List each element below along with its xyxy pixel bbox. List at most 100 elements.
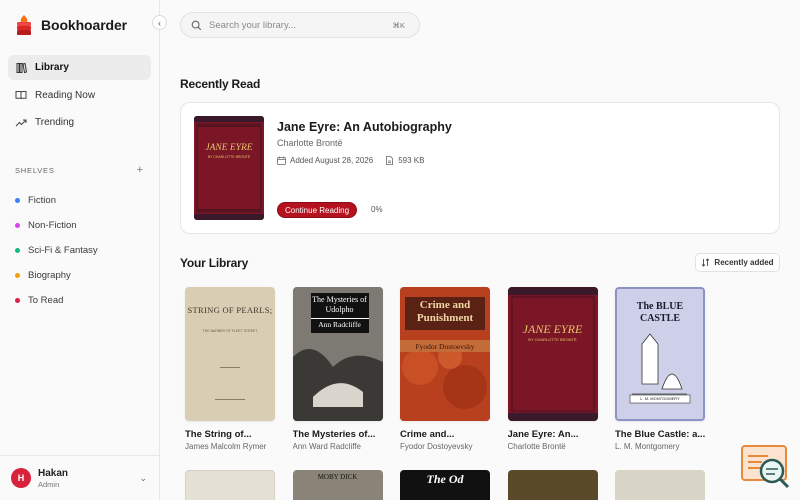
book-card[interactable]: JANE EYRE BY CHARLOTTE BRONTË Jane Eyre:… bbox=[507, 287, 598, 451]
book-cover[interactable]: The Mysteries of Udolpho Ann Radcliffe bbox=[292, 287, 383, 421]
cover-subtitle: BY CHARLOTTE BRONTË bbox=[528, 337, 577, 342]
shelves-header: SHELVES + bbox=[0, 163, 159, 177]
app-root: Bookhoarder ‹ Library Reading Now Trendi… bbox=[0, 0, 800, 500]
shelf-label: Sci-Fi & Fantasy bbox=[28, 245, 98, 256]
cover-rule bbox=[220, 367, 240, 368]
search-shortcut: ⌘K bbox=[392, 20, 405, 30]
book-card[interactable]: STRING OF PEARLS; THE BARBER OF FLEET ST… bbox=[185, 287, 275, 451]
shelf-label: Biography bbox=[28, 270, 71, 281]
book-title[interactable]: Jane Eyre: An... bbox=[508, 429, 598, 440]
file-size: 593 KB bbox=[398, 156, 425, 165]
cover-title: The Od bbox=[426, 472, 464, 486]
cover-title: JANE EYRE bbox=[205, 143, 253, 153]
book-cover[interactable] bbox=[507, 470, 598, 500]
cover-subtitle: L. M. MONTGOMERY bbox=[640, 396, 680, 401]
cover-title: MOBY DICK bbox=[317, 473, 358, 481]
trending-up-icon bbox=[15, 119, 27, 126]
book-title[interactable]: The Blue Castle: a... bbox=[615, 429, 705, 440]
reading-progress: 0% bbox=[371, 205, 383, 214]
user-menu[interactable]: H Hakan Admin ⌄ bbox=[0, 455, 159, 500]
search-bar[interactable]: Search your library... ⌘K bbox=[180, 12, 420, 38]
book-cover[interactable]: The Od bbox=[400, 470, 490, 500]
cover-subtitle: Fyodor Dostoevsky bbox=[415, 342, 475, 351]
book-cover[interactable] bbox=[185, 470, 275, 500]
cover-subtitle: Ann Radcliffe bbox=[310, 318, 369, 329]
recent-book-meta: Added August 28, 2026 593 KB bbox=[277, 156, 424, 165]
book-cover[interactable] bbox=[615, 470, 705, 500]
user-info: Hakan Admin bbox=[38, 468, 68, 489]
sort-label: Recently added bbox=[714, 258, 774, 267]
shelf-list: Fiction Non-Fiction Sci-Fi & Fantasy Bio… bbox=[0, 188, 159, 313]
nav-item-library[interactable]: Library bbox=[8, 55, 151, 80]
shelf-non-fiction[interactable]: Non-Fiction bbox=[15, 213, 159, 238]
jane-eyre-cover-art bbox=[507, 287, 598, 421]
book-cover[interactable]: STRING OF PEARLS; THE BARBER OF FLEET ST… bbox=[185, 287, 275, 421]
shelf-label: Non-Fiction bbox=[28, 220, 77, 231]
book-author: Fyodor Dostoyevsky bbox=[400, 442, 473, 451]
continue-reading-button[interactable]: Continue Reading bbox=[277, 202, 358, 218]
nav-item-label: Reading Now bbox=[35, 89, 96, 101]
chevron-down-icon: ⌄ bbox=[139, 473, 147, 483]
cover-subtitle: THE BARBER OF FLEET STREET bbox=[202, 329, 258, 333]
cover-title: The BLUE CASTLE bbox=[636, 301, 684, 324]
nav-item-label: Trending bbox=[35, 117, 75, 128]
nav-item-trending[interactable]: Trending bbox=[8, 110, 151, 135]
library-grid: STRING OF PEARLS; THE BARBER OF FLEET ST… bbox=[185, 287, 723, 451]
book-cover[interactable]: The BLUE CASTLE L. M. MONTGOMERY bbox=[615, 287, 705, 421]
book-cover[interactable]: JANE EYRE BY CHARLOTTE BRONTË bbox=[507, 287, 598, 421]
chevron-left-icon: ‹ bbox=[158, 17, 161, 28]
book-author: James Malcolm Rymer bbox=[185, 442, 267, 451]
search-icon bbox=[191, 20, 202, 30]
shelf-label: Fiction bbox=[28, 195, 56, 206]
book-card[interactable]: Crime and Punishment Fyodor Dostoevsky C… bbox=[400, 287, 490, 451]
calendar-icon bbox=[277, 156, 286, 165]
book-cover[interactable]: Crime and Punishment Fyodor Dostoevsky bbox=[400, 287, 490, 421]
user-role: Admin bbox=[38, 479, 60, 489]
shelves-title: SHELVES bbox=[15, 165, 55, 175]
book-author: L. M. Montgomery bbox=[615, 442, 680, 451]
recent-book-title[interactable]: Jane Eyre: An Autobiography bbox=[277, 120, 452, 134]
avatar: H bbox=[11, 468, 31, 488]
reader-search-widget-icon[interactable] bbox=[740, 444, 792, 490]
nav-item-reading-now[interactable]: Reading Now bbox=[8, 83, 151, 108]
shelf-fiction[interactable]: Fiction bbox=[15, 188, 159, 213]
recently-read-title: Recently Read bbox=[180, 77, 261, 91]
cover-subtitle: BY CHARLOTTE BRONTË bbox=[207, 155, 251, 159]
book-card[interactable]: The Mysteries of Udolpho Ann Radcliffe T… bbox=[292, 287, 383, 451]
shelf-color-dot bbox=[15, 273, 20, 278]
bookhoarder-logo-icon bbox=[17, 15, 31, 35]
shelf-biography[interactable]: Biography bbox=[15, 263, 159, 288]
nav-item-label: Library bbox=[35, 62, 69, 73]
book-title[interactable]: Crime and... bbox=[400, 429, 490, 440]
book-title[interactable]: The String of... bbox=[185, 429, 275, 440]
recent-book-cover[interactable]: JANE EYRE BY CHARLOTTE BRONTË bbox=[194, 116, 264, 220]
user-name: Hakan bbox=[38, 467, 69, 479]
sort-icon bbox=[702, 258, 710, 267]
search-input[interactable]: Search your library... bbox=[209, 20, 392, 31]
shelf-color-dot bbox=[15, 198, 20, 203]
add-shelf-button[interactable]: + bbox=[137, 164, 143, 176]
sort-button[interactable]: Recently added bbox=[695, 253, 780, 272]
recent-book-author: Charlotte Brontë bbox=[277, 138, 343, 148]
shelf-sci-fi-fantasy[interactable]: Sci-Fi & Fantasy bbox=[15, 238, 159, 263]
book-card[interactable]: The BLUE CASTLE L. M. MONTGOMERY The Blu… bbox=[615, 287, 705, 451]
sidebar: Bookhoarder ‹ Library Reading Now Trendi… bbox=[0, 0, 167, 500]
shelf-to-read[interactable]: To Read bbox=[15, 288, 159, 313]
main-nav: Library Reading Now Trending bbox=[0, 50, 159, 135]
brand[interactable]: Bookhoarder bbox=[0, 0, 159, 50]
book-title[interactable]: The Mysteries of... bbox=[293, 429, 383, 440]
book-icon bbox=[16, 62, 27, 73]
shelf-color-dot bbox=[15, 223, 20, 228]
added-date: Added August 28, 2026 bbox=[290, 156, 374, 165]
app-name: Bookhoarder bbox=[41, 17, 128, 33]
shelf-label: To Read bbox=[28, 295, 64, 306]
cover-title: Crime and Punishment bbox=[416, 299, 474, 324]
recent-book-card[interactable]: JANE EYRE BY CHARLOTTE BRONTË Jane Eyre:… bbox=[180, 102, 780, 234]
shelf-color-dot bbox=[15, 298, 20, 303]
collapse-sidebar-button[interactable]: ‹ bbox=[152, 15, 167, 30]
cover-rule bbox=[215, 399, 245, 400]
file-icon bbox=[386, 156, 394, 165]
book-author: Charlotte Brontë bbox=[507, 442, 566, 451]
book-cover[interactable]: MOBY DICK bbox=[292, 470, 383, 500]
open-book-icon bbox=[15, 91, 27, 100]
